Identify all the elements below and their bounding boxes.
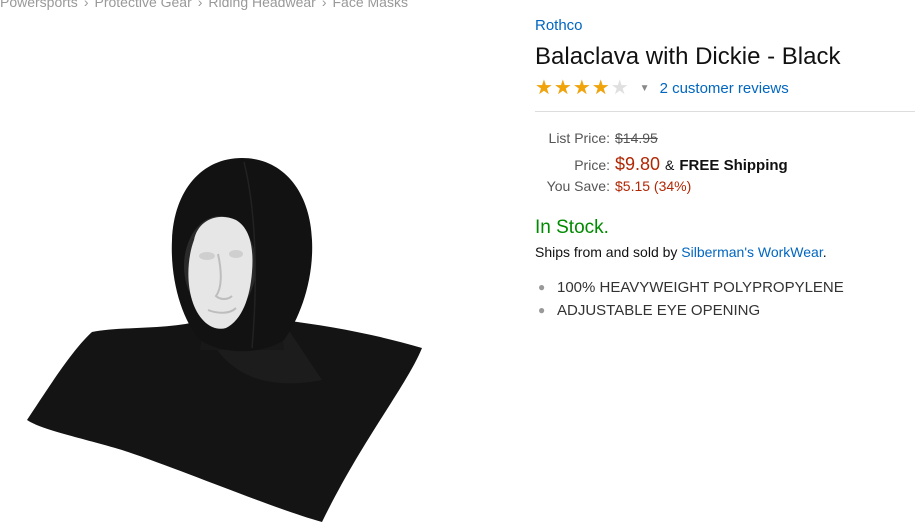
price-label: Price: [574,157,610,173]
you-save-label: You Save: [546,178,610,194]
breadcrumb-item-protective-gear[interactable]: Protective Gear [94,0,191,10]
feature-text: 100% HEAVYWEIGHT POLYPROPYLENE [557,279,844,296]
price-row: Price: $9.80 & FREE Shipping [535,154,915,178]
price-value: $9.80 [615,154,661,174]
breadcrumb: Powersports › Protective Gear › Riding Headw… [0,0,408,10]
breadcrumb-item-powersports[interactable]: Powersports [0,0,78,10]
balaclava-image-icon [27,158,422,522]
breadcrumb-item-face-masks[interactable]: Face Masks [333,0,408,10]
free-shipping-label: FREE Shipping [679,157,788,174]
brand-link[interactable]: Rothco [535,16,915,36]
ships-prefix: Ships from and sold by [535,244,678,260]
list-price-row: List Price: $14.95 [535,130,915,154]
ships-from-text: Ships from and sold by Silberman's WorkW… [535,242,915,262]
availability-status: In Stock. [535,217,609,238]
breadcrumb-separator: › [83,0,89,10]
star-rating-filled-icon: ★★★★★ [535,78,611,98]
feature-text: ADJUSTABLE EYE OPENING [557,302,761,319]
ships-suffix: . [822,244,827,260]
list-price-label: List Price: [548,130,610,146]
feature-list: ● 100% HEAVYWEIGHT POLYPROPYLENE ● ADJUSTA… [535,276,915,322]
you-save-value: $5.15 (34%) [615,178,692,194]
rating-row: ★★★★★ ★★★★★ ▼ 2 customer reviews [535,77,915,99]
product-image[interactable] [22,150,434,525]
product-title: Balaclava with Dickie - Black [535,43,841,70]
seller-link[interactable]: Silberman's WorkWear [681,244,822,260]
feature-item: ● ADJUSTABLE EYE OPENING [535,299,915,322]
chevron-down-icon[interactable]: ▼ [640,83,650,94]
bullet-icon: ● [538,303,546,317]
list-price-value: $14.95 [615,130,658,146]
bullet-icon: ● [538,280,546,294]
product-details: Rothco Balaclava with Dickie - Black ★★★… [535,16,915,322]
star-rating[interactable]: ★★★★★ ★★★★★ [535,78,630,98]
you-save-row: You Save: $5.15 (34%) [535,178,915,202]
divider [535,111,915,112]
breadcrumb-separator: › [197,0,203,10]
breadcrumb-separator: › [321,0,327,10]
breadcrumb-item-riding-headwear[interactable]: Riding Headwear [208,0,315,10]
feature-item: ● 100% HEAVYWEIGHT POLYPROPYLENE [535,276,915,299]
price-block: List Price: $14.95 Price: $9.80 & FREE S… [535,130,915,202]
price-ampersand: & [665,157,675,173]
customer-reviews-link[interactable]: 2 customer reviews [660,80,789,97]
